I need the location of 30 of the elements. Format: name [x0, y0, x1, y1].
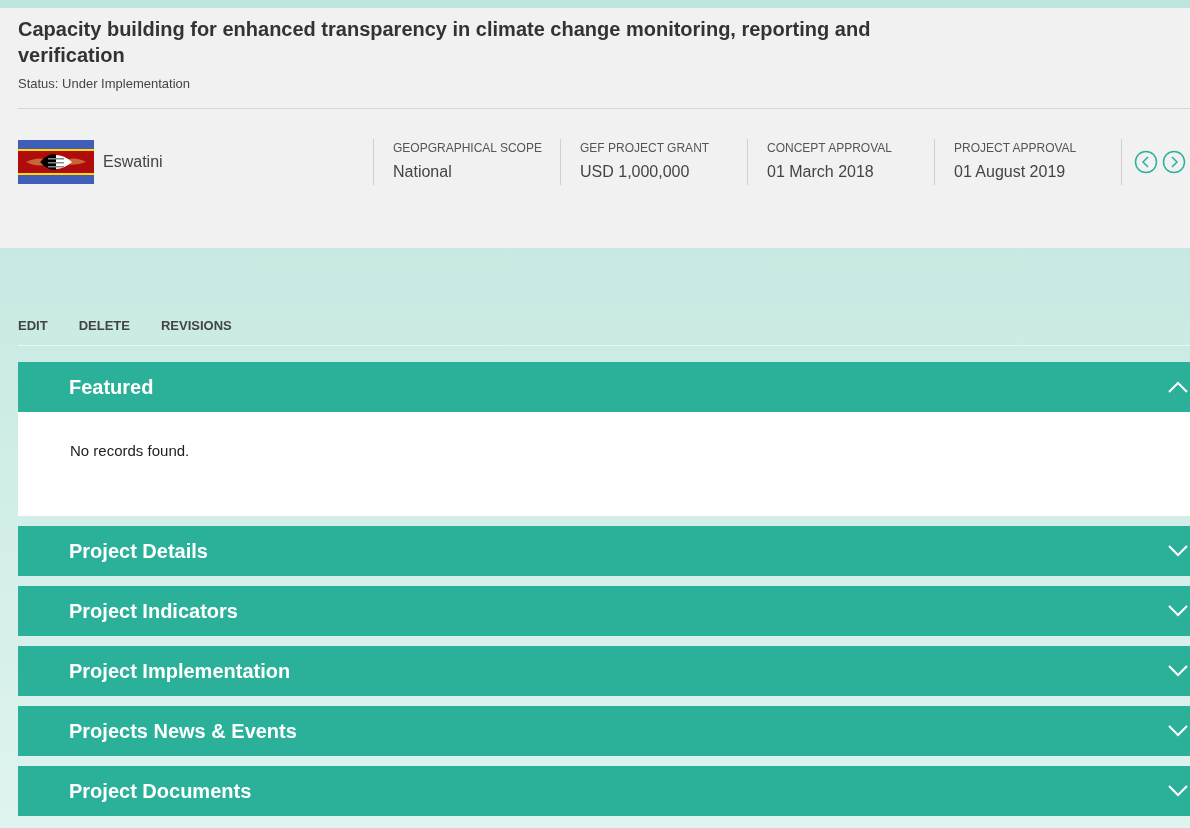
section-header[interactable]: Projects News & Events: [18, 706, 1190, 756]
section-header[interactable]: Project Documents: [18, 766, 1190, 816]
project-status: Status: Under Implementation: [18, 76, 1190, 109]
action-link[interactable]: REVISIONS: [160, 318, 232, 333]
country-name: Eswatini: [103, 153, 163, 171]
fact-value: 01 March 2018: [767, 163, 875, 181]
fact-label: GEF PROJECT GRANT: [580, 141, 711, 155]
action-link[interactable]: EDIT: [18, 318, 48, 333]
action-link[interactable]: DELETE: [78, 318, 130, 333]
section-header[interactable]: Featured: [18, 362, 1190, 412]
section-header[interactable]: Project Details: [18, 526, 1190, 576]
fact-label: PROJECT APPROVAL: [954, 141, 1078, 155]
fact-value: National: [393, 163, 453, 181]
section-header[interactable]: Project Indicators: [18, 586, 1190, 636]
fact-label: GEOPGRAPHICAL SCOPE: [393, 141, 543, 155]
fact-label: CONCEPT APPROVAL: [767, 141, 893, 155]
chevron-up-icon: [1168, 381, 1188, 393]
chevron-down-icon: [1168, 665, 1188, 677]
previous-icon[interactable]: [1134, 150, 1158, 174]
flag-icon: [18, 140, 94, 184]
chevron-down-icon: [1168, 725, 1188, 737]
empty-message: No records found.: [70, 442, 190, 459]
section-header[interactable]: Project Implementation: [18, 646, 1190, 696]
fact-value: USD 1,000,000: [580, 163, 691, 181]
next-icon[interactable]: [1162, 150, 1186, 174]
project-title: Capacity building for enhanced transparency in climate change monitoring, reporting and verification: [18, 17, 872, 68]
chevron-down-icon: [1168, 545, 1188, 557]
chevron-down-icon: [1168, 785, 1188, 797]
fact-value: 01 August 2019: [954, 163, 1067, 181]
chevron-down-icon: [1168, 605, 1188, 617]
